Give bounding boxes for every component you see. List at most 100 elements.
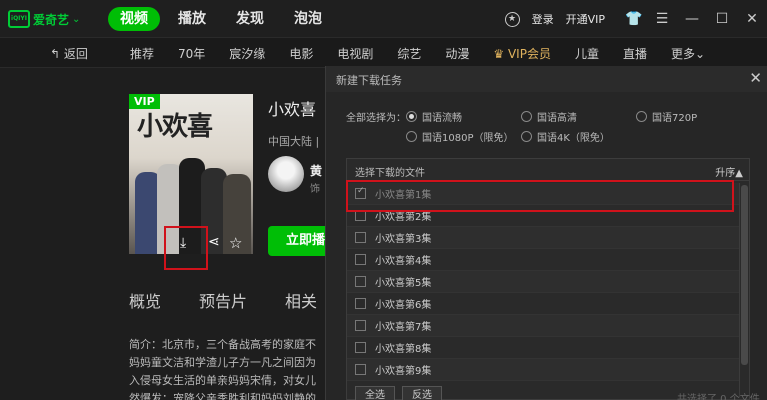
category-70-years[interactable]: 70年 <box>178 45 205 62</box>
episode-checkbox[interactable] <box>355 298 366 309</box>
category-vip-label: VIP会员 <box>507 47 551 61</box>
top-nav-video[interactable]: 视频 <box>108 7 160 31</box>
radio-dot <box>636 111 647 122</box>
minimize-icon[interactable]: — <box>685 11 699 27</box>
top-bar: iQIYI 爱奇艺 ⌄ 视频 播放 发现 泡泡 ★ 登录 开通VIP 👕 ☰ —… <box>0 0 767 38</box>
category-chenxiyuan[interactable]: 宸汐缘 <box>229 45 265 62</box>
category-live[interactable]: 直播 <box>623 45 647 62</box>
menu-icon[interactable]: ☰ <box>655 11 669 27</box>
episode1-highlight-box <box>346 180 734 212</box>
quality-option-720p[interactable]: 国语720P <box>636 109 697 124</box>
show-region-text: 中国大陆 <box>268 135 312 148</box>
show-region: 中国大陆 | <box>268 133 319 149</box>
episode-row[interactable]: 小欢喜第4集 <box>347 249 739 271</box>
synopsis-line: 妈妈童文洁和学渣儿子方一凡之间因为 <box>129 356 316 369</box>
logo-mark-icon: iQIYI <box>8 10 30 28</box>
category-kids[interactable]: 儿童 <box>575 45 599 62</box>
select-all-button[interactable]: 全选 <box>355 386 395 400</box>
quality-option-label: 国语流畅 <box>422 113 462 124</box>
sort-ascending-button[interactable]: 升序▲ <box>715 164 743 179</box>
iqiyi-logo[interactable]: iQIYI 爱奇艺 ⌄ <box>8 9 80 29</box>
open-vip-link[interactable]: 开通VIP <box>566 11 605 27</box>
poster-title: 小欢喜 <box>137 112 213 142</box>
synopsis-line: 入侵母女生活的单亲妈妈宋倩，对女儿 <box>129 374 316 387</box>
top-nav-play[interactable]: 播放 <box>166 7 218 31</box>
quality-option-label: 国语720P <box>652 113 698 124</box>
synopsis-line: 简介：北京市，三个备战高考的家庭不 <box>129 338 316 351</box>
favorite-star-icon[interactable]: ☆ <box>229 234 242 252</box>
show-region-separator: | <box>315 135 320 148</box>
file-list-header: 选择下载的文件 升序▲ <box>347 159 749 181</box>
logo-text: 爱奇艺 <box>33 12 70 27</box>
scrollbar-thumb[interactable] <box>741 185 748 365</box>
episode-row[interactable]: 小欢喜第3集 <box>347 227 739 249</box>
top-nav-discover[interactable]: 发现 <box>224 7 276 31</box>
actor-name[interactable]: 黄 <box>310 162 322 179</box>
radio-dot <box>406 131 417 142</box>
maximize-icon[interactable]: ☐ <box>715 11 729 27</box>
episode-row[interactable]: 小欢喜第7集 <box>347 315 739 337</box>
category-recommend[interactable]: 推荐 <box>130 45 154 62</box>
episode-checkbox[interactable] <box>355 320 366 331</box>
skin-shirt-icon[interactable]: 👕 <box>625 11 642 27</box>
category-tv[interactable]: 电视剧 <box>337 45 373 62</box>
episode-row[interactable]: 小欢喜第9集 <box>347 359 739 381</box>
synopsis: 简介：北京市，三个备战高考的家庭不 妈妈童文洁和学渣儿子方一凡之间因为 入侵母女… <box>129 336 329 400</box>
chevron-down-icon: ⌄ <box>695 47 706 61</box>
quality-option-1080p[interactable]: 国语1080P（限免） <box>406 129 513 144</box>
quality-option-smooth[interactable]: 国语流畅 <box>406 109 462 124</box>
category-vip[interactable]: ♛ VIP会员 <box>493 45 551 62</box>
radio-dot <box>521 131 532 142</box>
crown-icon: ♛ <box>493 47 508 61</box>
episode-checkbox[interactable] <box>355 364 366 375</box>
category-variety[interactable]: 综艺 <box>397 45 421 62</box>
dialog-header: 新建下载任务 ✕ <box>326 66 767 92</box>
category-anime[interactable]: 动漫 <box>445 45 469 62</box>
download-icon[interactable]: ⤓ <box>180 235 186 251</box>
episode-label: 小欢喜第6集 <box>375 300 432 311</box>
show-title: 小欢喜 <box>268 100 317 119</box>
quality-option-label: 国语高清 <box>537 113 577 124</box>
vip-star-icon[interactable]: ★ <box>504 11 520 27</box>
episode-label: 小欢喜第9集 <box>375 366 432 377</box>
quality-option-label: 国语4K（限免） <box>537 133 610 144</box>
selection-count: 共选择了 0 个文件 <box>677 394 760 400</box>
new-download-dialog: 新建下载任务 ✕ 全部选择为： 国语流畅 国语高清 国语720P 国语1080P… <box>325 66 767 400</box>
category-nav: 推荐 70年 宸汐缘 电影 电视剧 综艺 动漫 ♛ VIP会员 儿童 直播 更多… <box>130 45 729 62</box>
tab-trailer[interactable]: 预告片 <box>199 288 247 312</box>
episode-checkbox[interactable] <box>355 276 366 287</box>
login-link[interactable]: 登录 <box>532 11 554 27</box>
file-list-scrollbar[interactable] <box>739 183 749 397</box>
top-nav: 视频 播放 发现 泡泡 <box>108 7 340 31</box>
play-now-button[interactable]: 立即播 <box>268 226 330 256</box>
invert-selection-button[interactable]: 反选 <box>402 386 442 400</box>
episode-row[interactable]: 小欢喜第5集 <box>347 271 739 293</box>
actor-role: 饰 <box>310 184 320 195</box>
top-nav-bubble[interactable]: 泡泡 <box>282 7 334 31</box>
quality-option-label: 国语1080P（限免） <box>422 133 514 144</box>
quality-option-hd[interactable]: 国语高清 <box>521 109 577 124</box>
back-button[interactable]: ↰ 返回 <box>50 45 88 62</box>
dialog-close-icon[interactable]: ✕ <box>749 69 762 87</box>
tab-related[interactable]: 相关 <box>285 288 317 312</box>
tab-overview[interactable]: 概览 <box>129 288 161 312</box>
episode-checkbox[interactable] <box>355 232 366 243</box>
episode-rows: 小欢喜第1集 小欢喜第2集 小欢喜第3集 小欢喜第4集 小欢喜第5集 小欢喜第6… <box>347 183 739 381</box>
category-bar: ↰ 返回 推荐 70年 宸汐缘 电影 电视剧 综艺 动漫 ♛ VIP会员 儿童 … <box>0 38 767 68</box>
category-movie[interactable]: 电影 <box>289 45 313 62</box>
episode-label: 小欢喜第5集 <box>375 278 432 289</box>
dialog-title: 新建下载任务 <box>336 74 402 87</box>
actor-avatar[interactable] <box>268 156 304 192</box>
episode-label: 小欢喜第8集 <box>375 344 432 355</box>
category-more[interactable]: 更多⌄ <box>671 45 705 62</box>
quality-option-4k[interactable]: 国语4K（限免） <box>521 129 610 144</box>
quality-label: 全部选择为： <box>346 113 406 124</box>
episode-row[interactable]: 小欢喜第6集 <box>347 293 739 315</box>
episode-row[interactable]: 小欢喜第8集 <box>347 337 739 359</box>
share-icon[interactable]: ⋖ <box>208 234 220 250</box>
radio-dot <box>521 111 532 122</box>
episode-checkbox[interactable] <box>355 342 366 353</box>
back-label: 返回 <box>63 47 88 61</box>
close-icon[interactable]: ✕ <box>745 11 759 27</box>
episode-checkbox[interactable] <box>355 254 366 265</box>
